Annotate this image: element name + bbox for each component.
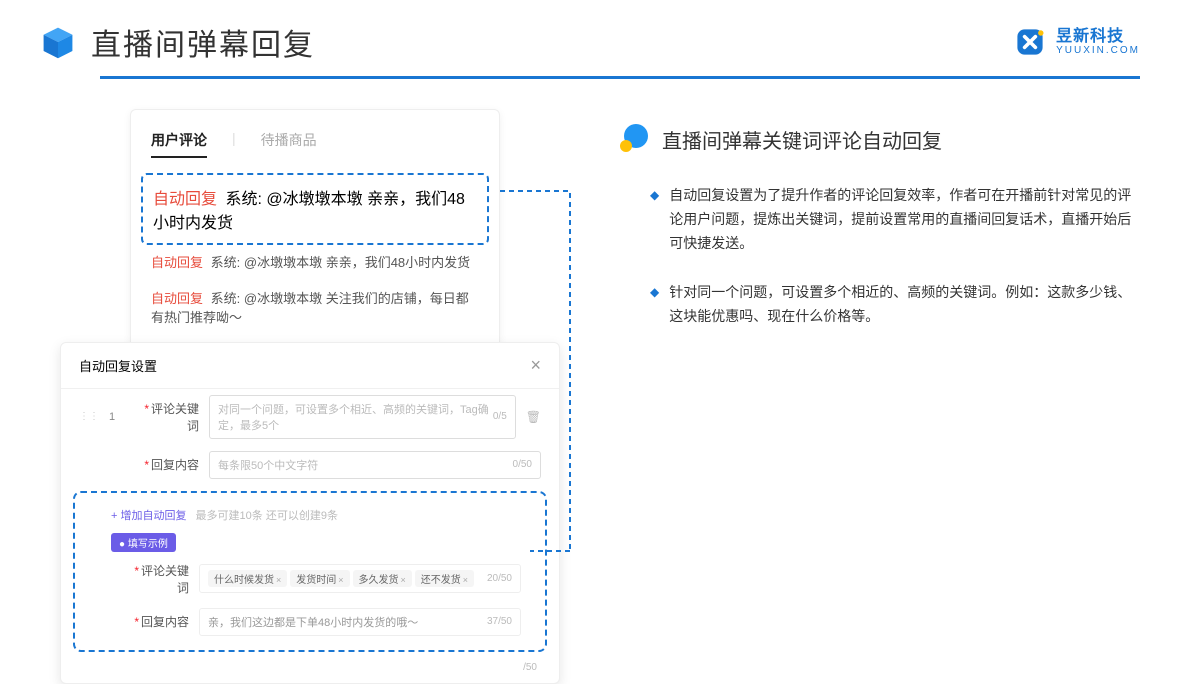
tag-chip[interactable]: 发货时间× bbox=[290, 570, 349, 587]
main-content: 用户评论 | 待播商品 自动回复 系统: @冰墩墩本墩 亲亲，我们48小时内发货… bbox=[0, 79, 1180, 684]
tag-chip[interactable]: 多久发货× bbox=[353, 570, 412, 587]
auto-reply-label: 自动回复 bbox=[151, 255, 203, 270]
ex-content-input[interactable]: 亲，我们这边都是下单48小时内发货的哦～ 37/50 bbox=[199, 608, 521, 636]
slide-header: 直播间弹幕回复 昱新科技 YUUXIN.COM bbox=[0, 0, 1180, 64]
settings-card: 自动回复设置 × ⋮⋮ 1 *评论关键词 对同一个问题，可设置多个相近、高频的关… bbox=[60, 342, 560, 684]
left-column: 用户评论 | 待播商品 自动回复 系统: @冰墩墩本墩 亲亲，我们48小时内发货… bbox=[60, 109, 560, 684]
bullet-2: ◆ 针对同一个问题，可设置多个相近的、高频的关键词。例如：这款多少钱、这块能优惠… bbox=[620, 281, 1140, 329]
bullet-text-1: 自动回复设置为了提升作者的评论回复效率，作者可在开播前针对常见的评论用户问题，提… bbox=[669, 184, 1140, 255]
page-title: 直播间弹幕回复 bbox=[91, 20, 315, 64]
tab-pending-products[interactable]: 待播商品 bbox=[261, 130, 317, 158]
ex-content-label: *回复内容 bbox=[129, 613, 189, 630]
comment-row-2: 自动回复 系统: @冰墩墩本墩 亲亲，我们48小时内发货 bbox=[131, 245, 499, 281]
header-left: 直播间弹幕回复 bbox=[40, 20, 315, 64]
content-input[interactable]: 每条限50个中文字符 0/50 bbox=[209, 451, 541, 479]
content-placeholder: 每条限50个中文字符 bbox=[218, 457, 318, 473]
content-row: ⋮⋮ *回复内容 每条限50个中文字符 0/50 bbox=[61, 445, 559, 485]
tail-count: /50 bbox=[61, 662, 559, 673]
comment-row-3: 自动回复 系统: @冰墩墩本墩 关注我们的店铺，每日都有热门推荐呦～ bbox=[131, 281, 499, 336]
example-keyword-row: *评论关键词 什么时候发货×发货时间×多久发货×还不发货× 20/50 bbox=[81, 556, 539, 602]
bullet-text-2: 针对同一个问题，可设置多个相近的、高频的关键词。例如：这款多少钱、这块能优惠吗、… bbox=[669, 281, 1140, 329]
bubble-icon bbox=[620, 124, 650, 154]
add-hint: 最多可建10条 还可以创建9条 bbox=[196, 510, 338, 522]
row-number: 1 bbox=[109, 411, 129, 423]
tag-chip[interactable]: 什么时候发货× bbox=[208, 570, 287, 587]
comments-card: 用户评论 | 待播商品 自动回复 系统: @冰墩墩本墩 亲亲，我们48小时内发货… bbox=[130, 109, 500, 357]
keyword-input[interactable]: 对同一个问题，可设置多个相近、高频的关键词，Tag确定，最多5个 0/5 bbox=[209, 395, 516, 439]
comment-text-2: @冰墩墩本墩 亲亲，我们48小时内发货 bbox=[244, 255, 470, 270]
add-auto-reply-link[interactable]: + 增加自动回复 最多可建10条 还可以创建9条 bbox=[81, 501, 539, 529]
content-label: *回复内容 bbox=[139, 456, 199, 473]
system-label: 系统: bbox=[211, 255, 241, 270]
keyword-count: 0/5 bbox=[493, 411, 507, 422]
ex-content-count: 37/50 bbox=[487, 616, 512, 627]
ex-keyword-label: *评论关键词 bbox=[129, 562, 189, 596]
tab-divider: | bbox=[232, 130, 236, 158]
system-label: 系统: bbox=[211, 291, 241, 306]
tag-list: 什么时候发货×发货时间×多久发货×还不发货× bbox=[208, 570, 477, 587]
auto-reply-label: 自动回复 bbox=[151, 291, 203, 306]
system-label: 系统: bbox=[225, 191, 261, 208]
section-head: 直播间弹幕关键词评论自动回复 bbox=[620, 124, 1140, 154]
bullet-1: ◆ 自动回复设置为了提升作者的评论回复效率，作者可在开播前针对常见的评论用户问题… bbox=[620, 184, 1140, 255]
settings-header: 自动回复设置 × bbox=[61, 343, 559, 389]
keyword-placeholder: 对同一个问题，可设置多个相近、高频的关键词，Tag确定，最多5个 bbox=[218, 401, 493, 433]
section-title: 直播间弹幕关键词评论自动回复 bbox=[662, 125, 942, 154]
delete-icon[interactable]: 🗑 bbox=[526, 410, 541, 424]
drag-handle-icon[interactable]: ⋮⋮ bbox=[79, 411, 99, 422]
close-icon[interactable]: × bbox=[530, 355, 541, 376]
keyword-label: *评论关键词 bbox=[139, 400, 199, 434]
example-box: + 增加自动回复 最多可建10条 还可以创建9条 ● 填写示例 *评论关键词 什… bbox=[73, 491, 547, 652]
highlighted-comment: 自动回复 系统: @冰墩墩本墩 亲亲，我们48小时内发货 bbox=[141, 173, 489, 245]
right-column: 直播间弹幕关键词评论自动回复 ◆ 自动回复设置为了提升作者的评论回复效率，作者可… bbox=[620, 109, 1140, 684]
keyword-row: ⋮⋮ 1 *评论关键词 对同一个问题，可设置多个相近、高频的关键词，Tag确定，… bbox=[61, 389, 559, 445]
brand-en: YUUXIN.COM bbox=[1056, 45, 1140, 56]
brand-text: 昱新科技 YUUXIN.COM bbox=[1056, 28, 1140, 57]
brand-logo-icon bbox=[1012, 24, 1048, 60]
example-badge: ● 填写示例 bbox=[111, 533, 176, 552]
ex-content-text: 亲，我们这边都是下单48小时内发货的哦～ bbox=[208, 614, 418, 630]
settings-title: 自动回复设置 bbox=[79, 356, 157, 375]
ex-keyword-input[interactable]: 什么时候发货×发货时间×多久发货×还不发货× 20/50 bbox=[199, 564, 521, 593]
diamond-icon: ◆ bbox=[650, 285, 659, 329]
cube-icon bbox=[40, 24, 76, 60]
tabs: 用户评论 | 待播商品 bbox=[131, 130, 499, 173]
ex-keyword-count: 20/50 bbox=[487, 573, 512, 584]
example-content-row: *回复内容 亲，我们这边都是下单48小时内发货的哦～ 37/50 bbox=[81, 602, 539, 642]
header-right: 昱新科技 YUUXIN.COM bbox=[1012, 24, 1140, 60]
diamond-icon: ◆ bbox=[650, 188, 659, 255]
tag-chip[interactable]: 还不发货× bbox=[415, 570, 474, 587]
brand-cn: 昱新科技 bbox=[1056, 28, 1140, 46]
content-count: 0/50 bbox=[513, 459, 532, 470]
auto-reply-label: 自动回复 bbox=[153, 191, 217, 208]
tab-user-comments[interactable]: 用户评论 bbox=[151, 130, 207, 158]
